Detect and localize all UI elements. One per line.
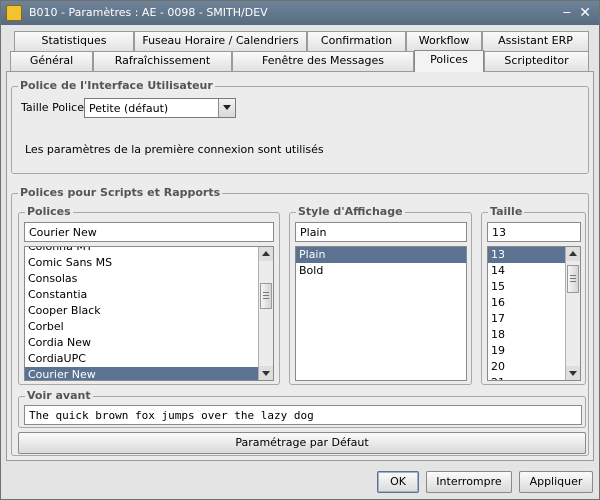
scroll-up-icon[interactable] (259, 247, 273, 261)
style-group: Style d'Affichage Plain Plain Bold (289, 205, 472, 385)
preview-text: The quick brown fox jumps over the lazy … (24, 405, 582, 425)
list-item[interactable]: 21 (488, 375, 565, 380)
polices-tab-panel: Police de l'Interface Utilisateur Taille… (6, 71, 594, 461)
style-input[interactable]: Plain (295, 222, 467, 242)
font-size-label: Taille Police: (21, 101, 88, 114)
settings-window: B010 - Paramètres : AE - 0098 - SMITH/DE… (0, 0, 600, 500)
scroll-down-icon[interactable] (566, 366, 580, 380)
app-icon (6, 5, 22, 21)
list-item[interactable]: 20 (488, 359, 565, 375)
preview-legend: Voir avant (25, 389, 93, 402)
preview-group: Voir avant The quick brown fox jumps ove… (18, 389, 586, 428)
scroll-down-icon[interactable] (259, 366, 273, 380)
font-size-value: Petite (défaut) (89, 102, 169, 115)
list-item[interactable]: Colonna MT (25, 247, 258, 255)
font-list[interactable]: Colonna MT Comic Sans MS Consolas Consta… (24, 246, 274, 381)
chevron-down-icon[interactable] (218, 99, 235, 117)
style-list[interactable]: Plain Bold (295, 246, 467, 381)
list-item-selected[interactable]: 13 (488, 247, 565, 263)
first-login-note: Les paramètres de la première connexion … (25, 143, 324, 156)
close-icon[interactable]: ✕ (579, 1, 591, 25)
font-size-select[interactable]: Petite (défaut) (84, 98, 236, 118)
list-item[interactable]: Bold (296, 263, 466, 279)
list-item[interactable]: 16 (488, 295, 565, 311)
list-item[interactable]: Constantia (25, 287, 258, 303)
size-input[interactable]: 13 (487, 222, 581, 242)
list-item[interactable]: 15 (488, 279, 565, 295)
tab-scripteditor[interactable]: Scripteditor (484, 51, 589, 71)
apply-button[interactable]: Appliquer (519, 471, 593, 493)
list-item[interactable]: 18 (488, 327, 565, 343)
list-item[interactable]: Cooper Black (25, 303, 258, 319)
font-list-scrollbar[interactable] (258, 247, 273, 380)
tab-fuseau-horaire[interactable]: Fuseau Horaire / Calendriers (134, 31, 307, 51)
list-item[interactable]: CordiaUPC (25, 351, 258, 367)
tab-fenetre-des-messages[interactable]: Fenêtre des Messages (232, 51, 414, 71)
fonts-group: Polices Courier New Colonna MT Comic San… (18, 205, 280, 385)
scroll-thumb[interactable] (567, 265, 579, 293)
minimize-icon[interactable]: ‒ (563, 1, 571, 25)
fonts-legend: Polices (25, 205, 73, 218)
ui-font-legend: Police de l'Interface Utilisateur (18, 79, 215, 92)
style-legend: Style d'Affichage (296, 205, 405, 218)
scroll-thumb[interactable] (260, 283, 272, 309)
list-item[interactable]: Cordia New (25, 335, 258, 351)
list-item[interactable]: Corbel (25, 319, 258, 335)
tab-polices[interactable]: Polices (414, 50, 484, 72)
size-list-scrollbar[interactable] (565, 247, 580, 380)
list-item[interactable]: 19 (488, 343, 565, 359)
list-item-selected[interactable]: Plain (296, 247, 466, 263)
script-fonts-legend: Polices pour Scripts et Rapports (18, 186, 223, 199)
size-group: Taille 13 13 14 15 16 17 18 19 20 21 (481, 205, 586, 385)
scroll-up-icon[interactable] (566, 247, 580, 261)
title-bar[interactable]: B010 - Paramètres : AE - 0098 - SMITH/DE… (1, 1, 599, 25)
tab-rafraichissement[interactable]: Rafraîchissement (93, 51, 232, 71)
tab-general[interactable]: Général (10, 51, 93, 71)
tab-assistant-erp[interactable]: Assistant ERP (482, 31, 589, 51)
tab-confirmation[interactable]: Confirmation (307, 31, 406, 51)
font-name-input[interactable]: Courier New (24, 222, 274, 242)
list-item[interactable]: 14 (488, 263, 565, 279)
ui-font-group: Police de l'Interface Utilisateur Taille… (11, 79, 589, 174)
list-item[interactable]: Comic Sans MS (25, 255, 258, 271)
default-settings-button[interactable]: Paramétrage par Défaut (18, 432, 586, 454)
cancel-button[interactable]: Interrompre (426, 471, 512, 493)
list-item[interactable]: Consolas (25, 271, 258, 287)
size-legend: Taille (488, 205, 525, 218)
list-item-selected[interactable]: Courier New (25, 367, 258, 380)
tab-statistiques[interactable]: Statistiques (14, 31, 134, 51)
ok-button[interactable]: OK (377, 471, 419, 493)
list-item[interactable]: 17 (488, 311, 565, 327)
tab-workflow[interactable]: Workflow (406, 31, 482, 51)
size-list[interactable]: 13 14 15 16 17 18 19 20 21 (487, 246, 581, 381)
window-title: B010 - Paramètres : AE - 0098 - SMITH/DE… (29, 6, 268, 19)
script-fonts-group: Polices pour Scripts et Rapports Polices… (11, 186, 589, 456)
